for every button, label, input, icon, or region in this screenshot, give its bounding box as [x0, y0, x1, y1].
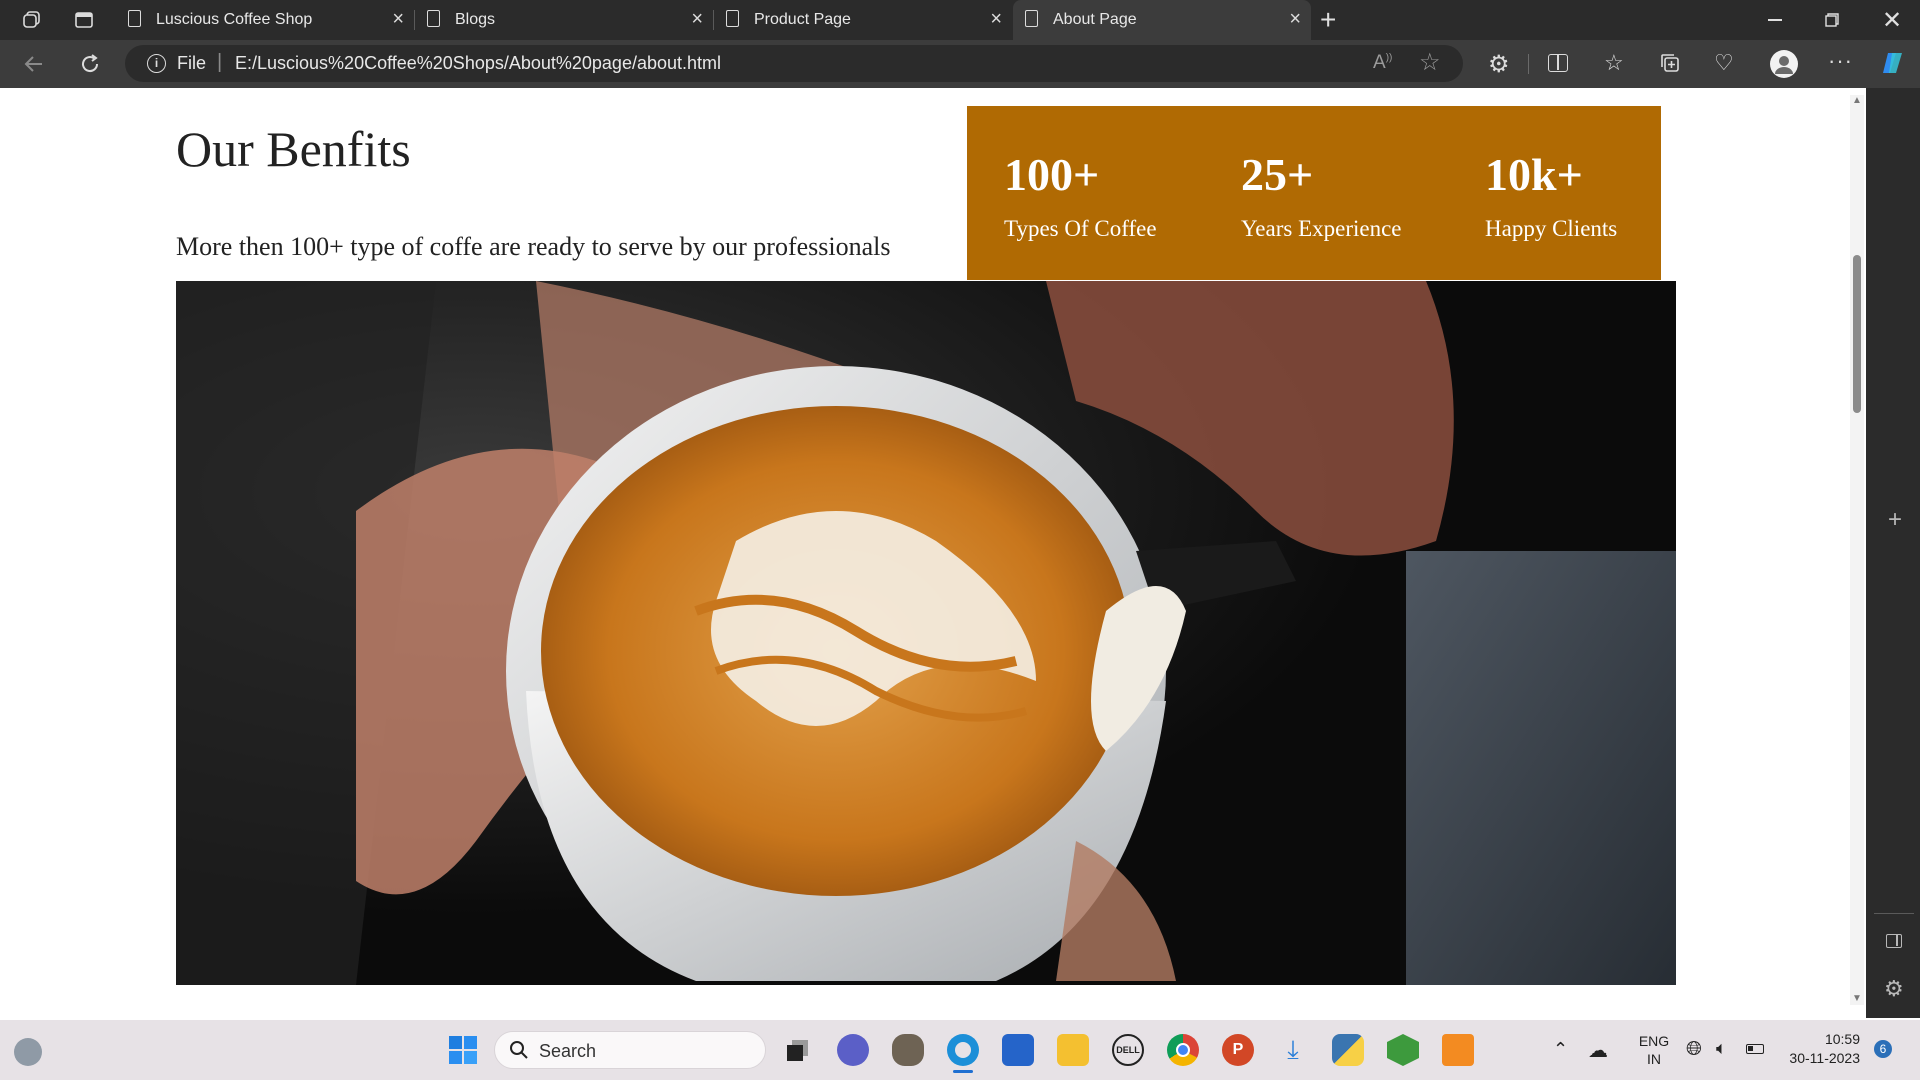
taskbar-search[interactable]: Search — [494, 1031, 766, 1069]
edge-icon[interactable] — [947, 1034, 979, 1066]
weather-widget-icon[interactable] — [14, 1038, 42, 1066]
tab-blogs[interactable]: Blogs × — [415, 0, 713, 40]
page-viewport: Our Benfits More then 100+ type of coffe… — [5, 88, 1865, 1015]
language-bottom: IN — [1647, 1051, 1661, 1067]
powerpoint-icon[interactable]: P — [1222, 1034, 1254, 1066]
url-text[interactable]: E:/Luscious%20Coffee%20Shops/About%20pag… — [235, 53, 721, 74]
collections-icon[interactable] — [1660, 53, 1680, 73]
page-icon — [128, 10, 141, 27]
tab-about-page[interactable]: About Page × — [1013, 0, 1311, 40]
back-button[interactable] — [22, 52, 46, 76]
file-explorer-icon[interactable] — [1057, 1034, 1089, 1066]
close-icon[interactable]: × — [1289, 8, 1301, 31]
scroll-thumb[interactable] — [1853, 255, 1861, 413]
close-icon[interactable]: × — [392, 8, 404, 31]
teams-icon[interactable] — [837, 1034, 869, 1066]
page-icon — [427, 10, 440, 27]
workspaces-icon[interactable] — [22, 10, 42, 30]
notification-badge[interactable]: 6 — [1874, 1040, 1892, 1058]
new-tab-button[interactable]: + — [1320, 4, 1336, 36]
hide-sidebar-icon[interactable] — [1886, 934, 1902, 948]
favorites-icon[interactable]: ☆ — [1604, 50, 1624, 76]
restore-button[interactable] — [1825, 13, 1839, 27]
stat-value: 25+ — [1241, 149, 1314, 200]
sublime-text-icon[interactable] — [1442, 1034, 1474, 1066]
split-screen-icon[interactable] — [1548, 54, 1568, 72]
page-scrollbar[interactable]: ▲ ▼ — [1850, 95, 1864, 1005]
close-icon[interactable]: × — [990, 8, 1002, 31]
clock-time: 10:59 — [1824, 1031, 1860, 1047]
minimize-button[interactable] — [1768, 19, 1782, 21]
protocol-label: File — [177, 53, 207, 73]
downloads-icon[interactable]: ⤓ — [1277, 1034, 1309, 1066]
tab-bar: Luscious Coffee Shop × Blogs × Product P… — [0, 0, 1920, 40]
search-icon — [509, 1040, 529, 1060]
tab-label: Blogs — [455, 11, 496, 28]
page-icon — [1025, 10, 1038, 27]
gimp-icon[interactable] — [892, 1034, 924, 1066]
more-menu-icon[interactable]: ··· — [1828, 48, 1853, 74]
favorite-star-icon[interactable]: ☆ — [1419, 48, 1441, 77]
task-view-icon[interactable] — [782, 1034, 814, 1066]
start-button[interactable] — [448, 1035, 478, 1065]
dell-icon[interactable]: DELL — [1112, 1034, 1144, 1066]
show-hidden-icons-chevron[interactable]: ⌃ — [1553, 1039, 1568, 1060]
clock-date: 30-11-2023 — [1789, 1050, 1860, 1066]
refresh-button[interactable] — [78, 52, 102, 76]
info-icon[interactable]: i — [147, 54, 166, 73]
stat-value: 100+ — [1004, 149, 1100, 200]
latte-art-photo — [176, 281, 1676, 985]
battery-icon[interactable] — [1746, 1044, 1764, 1054]
stat-label: Happy Clients — [1485, 216, 1618, 241]
stat-label: Years Experience — [1241, 216, 1402, 241]
chrome-icon[interactable] — [1167, 1034, 1199, 1066]
page-title: Our Benfits — [176, 121, 411, 177]
browser-essentials-icon[interactable]: ♡ — [1714, 50, 1734, 76]
extensions-icon[interactable]: ⚙ — [1488, 50, 1510, 79]
tab-label: Luscious Coffee Shop — [156, 11, 313, 28]
sidebar-settings-icon[interactable]: ⚙ — [1884, 976, 1904, 1002]
read-aloud-icon[interactable]: A)) — [1373, 52, 1392, 74]
python-icon[interactable] — [1332, 1034, 1364, 1066]
stat-value: 10k+ — [1485, 149, 1583, 200]
close-icon[interactable]: × — [691, 8, 703, 31]
clock[interactable]: 10:59 30-11-2023 — [1780, 1030, 1860, 1068]
benefits-subtext: More then 100+ type of coffe are ready t… — [176, 232, 891, 261]
scroll-up-arrow[interactable]: ▲ — [1852, 95, 1862, 106]
language-indicator[interactable]: ENG IN — [1634, 1032, 1674, 1068]
microsoft-store-icon[interactable] — [1002, 1034, 1034, 1066]
stat-label: Types Of Coffee — [1004, 216, 1157, 241]
tab-actions-icon[interactable] — [74, 10, 94, 30]
address-bar[interactable]: i File | E:/Luscious%20Coffee%20Shops/Ab… — [125, 45, 1463, 82]
scroll-down-arrow[interactable]: ▼ — [1852, 993, 1862, 1004]
profile-avatar[interactable] — [1770, 50, 1798, 78]
onedrive-offline-icon[interactable]: ☁ — [1588, 1038, 1608, 1063]
copilot-icon[interactable] — [1880, 50, 1906, 76]
tab-product-page[interactable]: Product Page × — [714, 0, 1012, 40]
language-top: ENG — [1638, 1033, 1670, 1049]
network-icon[interactable]: 🌐︎ — [1686, 1038, 1702, 1061]
volume-icon[interactable]: 🔈︎ — [1716, 1038, 1727, 1059]
tab-label: Product Page — [754, 11, 851, 28]
add-sidebar-app-icon[interactable]: + — [1888, 506, 1902, 534]
tab-label: About Page — [1053, 11, 1137, 28]
page-icon — [726, 10, 739, 27]
search-label: Search — [539, 1041, 597, 1061]
tab-luscious-coffee-shop[interactable]: Luscious Coffee Shop × — [116, 0, 414, 40]
edge-sidebar: + ⚙ — [1866, 88, 1920, 1018]
stats-panel: 100+ Types Of Coffee 25+ Years Experienc… — [967, 106, 1661, 280]
close-window-button[interactable]: ✕ — [1882, 6, 1902, 35]
